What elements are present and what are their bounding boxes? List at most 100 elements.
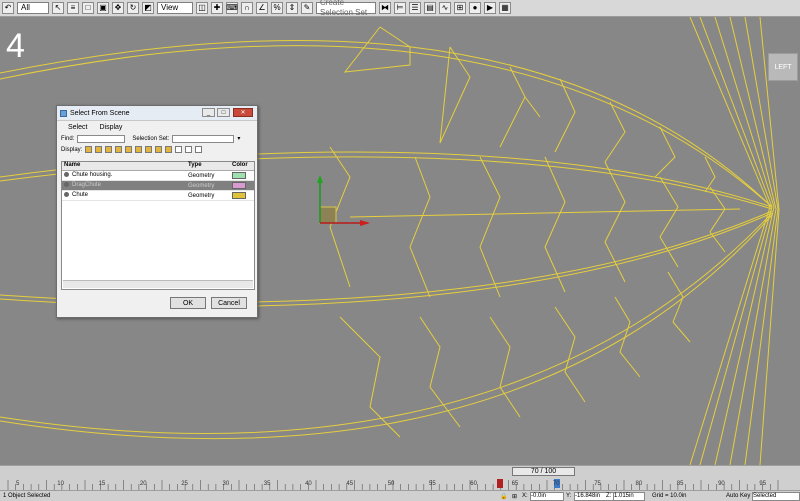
graphite-tools-icon[interactable]: ▤ [424, 2, 436, 14]
object-list[interactable]: Name Type Color Chute housing. Geometry … [61, 161, 255, 290]
mirror-icon[interactable]: ⧓ [379, 2, 391, 14]
scale-icon[interactable]: ◩ [142, 2, 154, 14]
auto-key-button[interactable]: Auto Key [726, 493, 750, 499]
display-bones-icon[interactable] [165, 146, 173, 153]
color-swatch [232, 171, 246, 179]
edit-named-selection-icon[interactable]: ✎ [301, 2, 313, 14]
keyboard-shortcut-icon[interactable]: ⌨ [226, 2, 238, 14]
display-geometry-icon[interactable] [85, 146, 93, 153]
display-xrefs-icon[interactable] [155, 146, 163, 153]
display-spacewarps-icon[interactable] [135, 146, 143, 153]
timeline-tick-label: 25 [181, 481, 188, 487]
reference-coordinate-dropdown[interactable]: View [157, 2, 193, 14]
viewcube-label: LEFT [774, 63, 792, 71]
rendered-frame-icon[interactable]: ▦ [499, 2, 511, 14]
display-groups-icon[interactable] [145, 146, 153, 153]
find-label: Find: [61, 135, 75, 142]
select-manipulate-icon[interactable]: ✚ [211, 2, 223, 14]
timeline-tick-label: 10 [57, 481, 64, 487]
select-by-name-icon[interactable]: ≡ [67, 2, 79, 14]
cancel-button[interactable]: Cancel [211, 297, 247, 309]
lock-icon[interactable]: 🔒 [500, 493, 507, 500]
selection-set-chevron-icon[interactable]: ▾ [237, 135, 240, 142]
named-selection-set-placeholder: Create Selection Set [320, 0, 368, 17]
column-type[interactable]: Type [186, 162, 230, 170]
move-icon[interactable]: ✥ [112, 2, 124, 14]
selection-filter-dropdown[interactable]: All [17, 2, 49, 14]
dialog-menubar: Select Display [57, 121, 257, 133]
main-toolbar: ↶ All ↖ ≡ □ ▣ ✥ ↻ ◩ View ◫ ✚ ⌨ ∩ ∠ % ⇕ ✎… [0, 0, 800, 17]
display-row: Display: [57, 144, 257, 155]
timeline-tick-label: 70 [552, 481, 560, 487]
curve-editor-icon[interactable]: ∿ [439, 2, 451, 14]
viewcube[interactable]: LEFT [768, 53, 798, 81]
x-coordinate-field[interactable]: -0.0in [530, 491, 564, 501]
undo-icon[interactable]: ↶ [2, 2, 14, 14]
timeline-tick-label: 35 [263, 481, 271, 487]
list-item[interactable]: Chute Geometry [62, 191, 254, 201]
timeline-tick-label: 40 [305, 481, 312, 487]
timeline-tick-label: 65 [511, 481, 519, 487]
display-none-icon[interactable] [185, 146, 193, 153]
column-color[interactable]: Color [230, 162, 254, 170]
window-crossing-icon[interactable]: ▣ [97, 2, 109, 14]
select-from-scene-dialog: Select From Scene _ □ ✕ Select Display F… [56, 105, 258, 318]
object-icon [64, 172, 69, 178]
rotate-icon[interactable]: ↻ [127, 2, 139, 14]
display-helpers-icon[interactable] [125, 146, 133, 153]
timeline-tick-label: 15 [98, 481, 106, 487]
minimize-button[interactable]: _ [202, 108, 215, 117]
selection-set-dropdown[interactable] [172, 134, 235, 143]
menu-select[interactable]: Select [68, 124, 87, 131]
rectangular-selection-icon[interactable]: □ [82, 2, 94, 14]
display-all-icon[interactable] [175, 146, 183, 153]
menu-display[interactable]: Display [99, 124, 122, 131]
absolute-mode-icon[interactable]: ⊞ [512, 493, 517, 500]
close-button[interactable]: ✕ [233, 108, 253, 117]
angle-snap-icon[interactable]: ∠ [256, 2, 268, 14]
z-coordinate-field[interactable]: 1.015in [613, 491, 645, 501]
selection-filter-value: All [21, 3, 30, 12]
display-shapes-icon[interactable] [95, 146, 103, 153]
color-swatch [232, 191, 246, 199]
timeline-tick-label: 50 [387, 481, 395, 487]
named-selection-set-dropdown[interactable]: Create Selection Set [316, 0, 376, 17]
maximize-button[interactable]: □ [217, 108, 230, 117]
material-editor-icon[interactable]: ● [469, 2, 481, 14]
timeline-tick-label: 60 [470, 481, 477, 487]
ok-button[interactable]: OK [170, 297, 206, 309]
list-item[interactable]: DragChute Geometry [62, 181, 254, 191]
timeline-tick-label: 30 [222, 481, 230, 487]
key-filter-dropdown[interactable]: Selected [752, 491, 800, 501]
timeline-tick-label: 85 [676, 481, 684, 487]
selection-set-label: Selection Set: [132, 135, 170, 142]
status-bar: 1 Object Selected 🔒 ⊞ X: -0.0in Y: -16.8… [0, 490, 800, 501]
object-type: Geometry [188, 192, 215, 199]
timeline-tick-label: 80 [635, 481, 643, 487]
object-icon [64, 192, 69, 198]
object-name: DragChute [72, 182, 102, 189]
app-icon [60, 109, 67, 117]
find-input[interactable] [77, 134, 126, 143]
timeline-tick-label: 55 [429, 481, 436, 487]
spinner-snap-icon[interactable]: ⇕ [286, 2, 298, 14]
schematic-view-icon[interactable]: ⊞ [454, 2, 466, 14]
pivot-center-icon[interactable]: ◫ [196, 2, 208, 14]
select-object-icon[interactable]: ↖ [52, 2, 64, 14]
display-invert-icon[interactable] [195, 146, 203, 153]
layer-manager-icon[interactable]: ☰ [409, 2, 421, 14]
align-icon[interactable]: ⊨ [394, 2, 406, 14]
list-item[interactable]: Chute housing. Geometry [62, 171, 254, 181]
snaps-toggle-icon[interactable]: ∩ [241, 2, 253, 14]
color-swatch [232, 181, 246, 189]
display-cameras-icon[interactable] [115, 146, 123, 153]
horizontal-scrollbar[interactable] [63, 280, 253, 288]
display-lights-icon[interactable] [105, 146, 113, 153]
column-name[interactable]: Name [62, 162, 186, 170]
timeline-tick-label: 20 [139, 481, 147, 487]
timeline-tick-label: 45 [346, 481, 354, 487]
time-slider[interactable]: 70 / 100 [512, 467, 575, 476]
object-icon [64, 182, 69, 188]
render-setup-icon[interactable]: ▶ [484, 2, 496, 14]
percent-snap-icon[interactable]: % [271, 2, 283, 14]
